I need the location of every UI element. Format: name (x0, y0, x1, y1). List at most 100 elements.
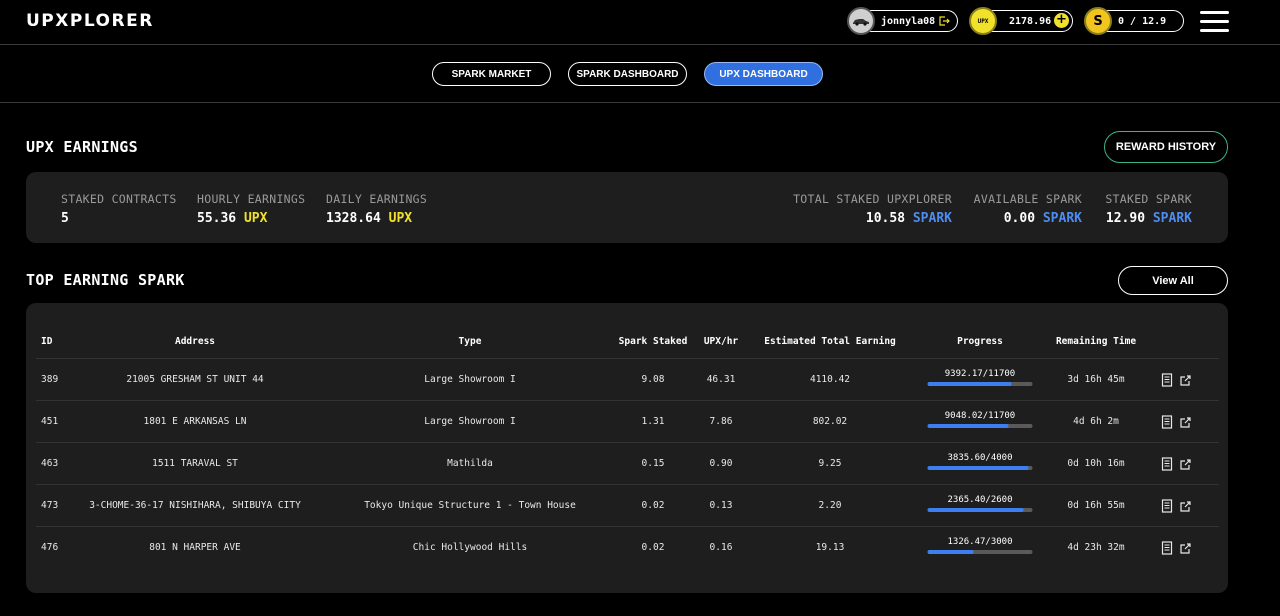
progress-bar-fill (927, 508, 1024, 512)
col-address: Address (174, 336, 216, 347)
col-upx-hr: UPX/hr (703, 336, 739, 347)
progress-bar-fill (927, 424, 1009, 428)
progress-bar-fill (927, 382, 1012, 386)
external-link-icon[interactable] (1179, 415, 1191, 429)
external-link-icon[interactable] (1179, 457, 1191, 471)
table-row[interactable]: 473 3-CHOME-36-17 NISHIHARA, SHIBUYA CITY… (36, 484, 1219, 526)
details-document-icon[interactable] (1161, 499, 1173, 513)
cell-upx-hr: 46.31 (706, 374, 736, 385)
cell-upx-hr: 0.16 (709, 542, 733, 553)
cell-id: 451 (41, 416, 59, 427)
progress-text: 9392.17/11700 (944, 369, 1016, 379)
tab-spark-dashboard[interactable]: SPARK DASHBOARD (568, 62, 687, 86)
details-document-icon[interactable] (1161, 457, 1173, 471)
spark-balance: 0 / 12.9 (1118, 15, 1167, 27)
cell-remaining: 4d 23h 32m (1067, 542, 1125, 553)
details-document-icon[interactable] (1161, 415, 1173, 429)
cell-est-total: 19.13 (815, 542, 845, 553)
progress-text: 3835.60/4000 (947, 453, 1013, 463)
details-document-icon[interactable] (1161, 541, 1173, 555)
progress-text: 9048.02/11700 (944, 411, 1016, 421)
table-row[interactable]: 451 1801 E ARKANSAS LN Large Showroom I 1.3… (36, 400, 1219, 442)
upx-balance: 2178.96 (1009, 15, 1052, 27)
external-link-icon[interactable] (1179, 541, 1191, 555)
stat-value: 55.36 UPX (197, 211, 305, 226)
stat-label: HOURLY EARNINGS (197, 192, 306, 206)
progress-cell: 1326.47/3000 (927, 537, 1033, 554)
progress-text: 2365.40/2600 (947, 495, 1013, 505)
app-logo[interactable]: UPXPLORER (26, 11, 154, 31)
stat-label: STAKED CONTRACTS (61, 192, 177, 206)
stat-label: TOTAL STAKED UPXPLORER (793, 192, 952, 206)
external-link-icon[interactable] (1179, 499, 1191, 513)
cell-id: 463 (41, 458, 59, 469)
cell-address: 1801 E ARKANSAS LN (143, 416, 247, 427)
progress-bar (927, 550, 1033, 554)
logout-icon[interactable] (938, 15, 950, 27)
cell-id: 473 (41, 500, 59, 511)
stat-label: DAILY EARNINGS (326, 192, 428, 206)
col-remaining: Remaining Time (1055, 336, 1137, 347)
progress-cell: 9048.02/11700 (927, 411, 1033, 428)
stat-staked-spark: STAKED SPARK 12.90 SPARK (1105, 192, 1192, 226)
stat-unit: UPX (388, 211, 413, 226)
upx-coin-icon: UPX (969, 7, 997, 35)
cell-remaining: 0d 16h 55m (1067, 500, 1125, 511)
cell-type: Large Showroom I (424, 374, 516, 385)
car-avatar-icon (853, 19, 869, 26)
cell-remaining: 0d 10h 16m (1067, 458, 1125, 469)
progress-cell: 9392.17/11700 (927, 369, 1033, 386)
table-row[interactable]: 389 21005 GRESHAM ST UNIT 44 Large Showroo… (36, 358, 1219, 400)
stat-daily-earnings: DAILY EARNINGS 1328.64 UPX (326, 192, 427, 226)
stat-label: AVAILABLE SPARK (973, 192, 1082, 206)
cell-type: Mathilda (447, 458, 493, 469)
cell-remaining: 4d 6h 2m (1073, 416, 1119, 427)
stat-hourly-earnings: HOURLY EARNINGS 55.36 UPX (197, 192, 305, 226)
cell-remaining: 3d 16h 45m (1067, 374, 1125, 385)
external-link-icon[interactable] (1179, 373, 1191, 387)
spark-balance-pill[interactable]: S 0 / 12.9 (1084, 7, 1184, 35)
cell-spark-staked: 9.08 (641, 374, 665, 385)
cell-type: Chic Hollywood Hills (412, 542, 528, 553)
stat-number: 1328.64 (326, 211, 381, 226)
hamburger-menu-icon[interactable] (1200, 11, 1229, 33)
table-header: ID Address Type Spark Staked UPX/hr Esti… (26, 303, 1228, 359)
cell-spark-staked: 0.02 (641, 542, 665, 553)
username: jonnyla08 (881, 15, 936, 27)
cell-address: 21005 GRESHAM ST UNIT 44 (126, 374, 264, 385)
progress-bar-fill (927, 466, 1029, 470)
col-type: Type (458, 336, 482, 347)
view-all-button[interactable]: View All (1118, 266, 1228, 295)
stat-value: 5 (61, 211, 177, 226)
stat-available-spark: AVAILABLE SPARK 0.00 SPARK (974, 192, 1082, 226)
cell-spark-staked: 1.31 (641, 416, 665, 427)
col-est-total: Estimated Total Earning (764, 336, 896, 347)
details-document-icon[interactable] (1161, 373, 1173, 387)
earnings-stats-panel: STAKED CONTRACTS 5 HOURLY EARNINGS 55.36… (26, 172, 1228, 243)
cell-address: 1511 TARAVAL ST (152, 458, 238, 469)
table-row[interactable]: 476 801 N HARPER AVE Chic Hollywood Hills 0… (36, 526, 1219, 568)
upx-balance-pill[interactable]: UPX 2178.96 + (969, 7, 1073, 35)
progress-bar (927, 508, 1033, 512)
progress-cell: 2365.40/2600 (927, 495, 1033, 512)
table-row[interactable]: 463 1511 TARAVAL ST Mathilda 0.15 0.90 9.25 0d… (36, 442, 1219, 484)
stat-value: 1328.64 UPX (326, 211, 427, 226)
add-upx-icon[interactable]: + (1054, 13, 1069, 28)
tab-upx-dashboard[interactable]: UPX DASHBOARD (704, 62, 823, 86)
spark-coin-label: S (1093, 13, 1103, 29)
stat-value: 0.00 SPARK (974, 211, 1082, 226)
progress-bar (927, 382, 1033, 386)
user-pill[interactable]: jonnyla08 (847, 7, 958, 35)
stat-total-staked-upxplorer: TOTAL STAKED UPXPLORER 10.58 SPARK (793, 192, 952, 226)
dashboard-nav: SPARK MARKET SPARK DASHBOARD UPX DASHBOA… (0, 46, 1280, 103)
tab-spark-market[interactable]: SPARK MARKET (432, 62, 551, 86)
stat-unit: SPARK (1152, 211, 1192, 226)
cell-upx-hr: 0.90 (709, 458, 733, 469)
progress-bar (927, 466, 1033, 470)
user-avatar (847, 7, 875, 35)
cell-id: 389 (41, 374, 59, 385)
top-header: UPXPLORER jonnyla08 UPX 2178.96 + S 0 / … (0, 0, 1280, 45)
stat-label: STAKED SPARK (1105, 192, 1192, 206)
stat-unit: SPARK (912, 211, 952, 226)
reward-history-button[interactable]: REWARD HISTORY (1104, 131, 1228, 163)
